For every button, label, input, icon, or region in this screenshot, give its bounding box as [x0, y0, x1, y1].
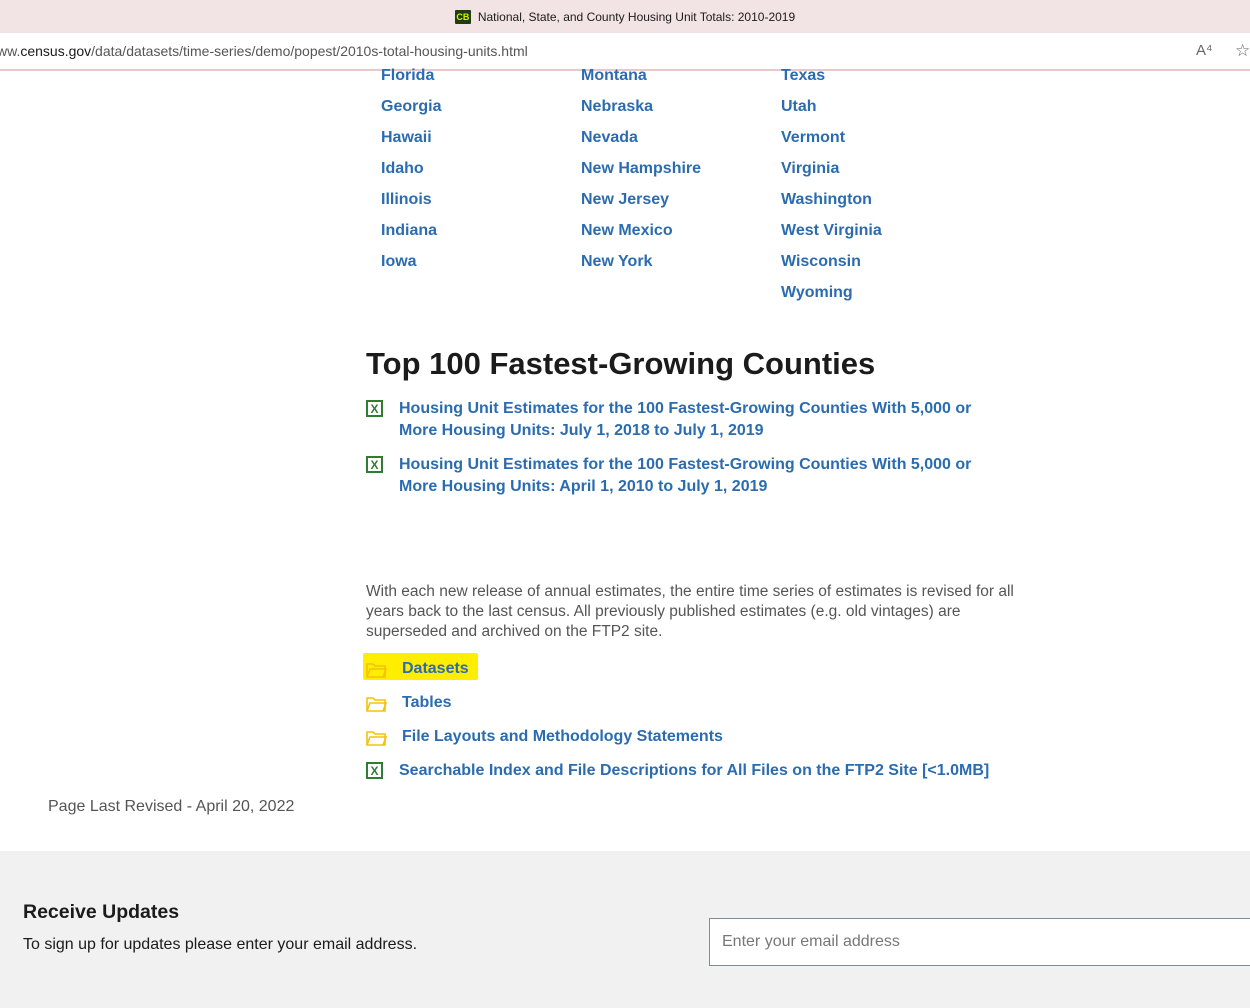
searchable-index-link[interactable]: X Searchable Index and File Descriptions…: [366, 760, 989, 782]
footer-updates: Receive Updates To sign up for updates p…: [0, 851, 1250, 1008]
state-link[interactable]: West Virginia: [781, 215, 882, 246]
tab-title: National, State, and County Housing Unit…: [477, 9, 796, 24]
file-link-text[interactable]: Housing Unit Estimates for the 100 Faste…: [399, 398, 999, 442]
state-column-1: Florida Georgia Hawaii Idaho Illinois In…: [381, 60, 441, 277]
state-column-2: Montana Nebraska Nevada New Hampshire Ne…: [581, 60, 701, 277]
state-link[interactable]: Illinois: [381, 184, 441, 215]
excel-file-icon: X: [366, 400, 383, 417]
excel-file-icon: X: [366, 456, 383, 473]
state-link[interactable]: New Hampshire: [581, 153, 701, 184]
state-link[interactable]: New Mexico: [581, 215, 701, 246]
state-link[interactable]: Idaho: [381, 153, 441, 184]
read-aloud-icon[interactable]: A⁴: [1196, 33, 1212, 69]
state-link[interactable]: Virginia: [781, 153, 882, 184]
receive-updates-subtitle: To sign up for updates please enter your…: [23, 936, 418, 953]
receive-updates-title: Receive Updates: [23, 901, 180, 923]
state-link[interactable]: Nevada: [581, 122, 701, 153]
state-link[interactable]: Washington: [781, 184, 882, 215]
state-link[interactable]: Wisconsin: [781, 246, 882, 277]
state-link[interactable]: Indiana: [381, 215, 441, 246]
url-prefix: ww.: [0, 43, 21, 59]
state-link[interactable]: New Jersey: [581, 184, 701, 215]
state-link[interactable]: Iowa: [381, 246, 441, 277]
page-last-revised: Page Last Revised - April 20, 2022: [48, 798, 295, 815]
state-link[interactable]: Florida: [381, 60, 441, 91]
section-heading: Top 100 Fastest-Growing Counties: [366, 346, 876, 381]
state-link[interactable]: Montana: [581, 60, 701, 91]
tables-link[interactable]: Tables: [366, 692, 452, 714]
file-layouts-link[interactable]: File Layouts and Methodology Statements: [366, 726, 723, 748]
browser-title-bar: CB National, State, and County Housing U…: [0, 0, 1250, 33]
folder-icon: [366, 697, 387, 712]
searchable-index-link-label[interactable]: Searchable Index and File Descriptions f…: [399, 760, 989, 782]
url-path: /data/datasets/time-series/demo/popest/2…: [91, 43, 528, 59]
folder-icon: [366, 663, 387, 678]
datasets-link-label[interactable]: Datasets: [402, 658, 469, 680]
state-link[interactable]: Georgia: [381, 91, 441, 122]
file-link-text[interactable]: Housing Unit Estimates for the 100 Faste…: [399, 454, 999, 498]
datasets-link[interactable]: Datasets: [366, 658, 469, 680]
tables-link-label[interactable]: Tables: [402, 692, 452, 714]
revision-note: With each new release of annual estimate…: [366, 583, 1014, 640]
state-link[interactable]: Texas: [781, 60, 882, 91]
url-host: census.gov: [20, 43, 92, 59]
state-link[interactable]: Hawaii: [381, 122, 441, 153]
county-file-link-2010-2019[interactable]: X Housing Unit Estimates for the 100 Fas…: [366, 454, 999, 498]
state-link[interactable]: Utah: [781, 91, 882, 122]
email-input[interactable]: [709, 918, 1250, 966]
state-link[interactable]: Wyoming: [781, 277, 882, 308]
census-favicon-icon: CB: [454, 9, 471, 24]
favorite-star-icon[interactable]: ☆: [1235, 33, 1250, 69]
state-link[interactable]: Vermont: [781, 122, 882, 153]
county-file-link-2018-2019[interactable]: X Housing Unit Estimates for the 100 Fas…: [366, 398, 999, 442]
state-link[interactable]: Nebraska: [581, 91, 701, 122]
state-link[interactable]: New York: [581, 246, 701, 277]
folder-icon: [366, 731, 387, 746]
file-layouts-link-label[interactable]: File Layouts and Methodology Statements: [402, 726, 723, 748]
state-column-3: Texas Utah Vermont Virginia Washington W…: [781, 60, 882, 308]
url-text[interactable]: ww.census.gov/data/datasets/time-series/…: [0, 33, 528, 69]
excel-file-icon: X: [366, 762, 383, 779]
